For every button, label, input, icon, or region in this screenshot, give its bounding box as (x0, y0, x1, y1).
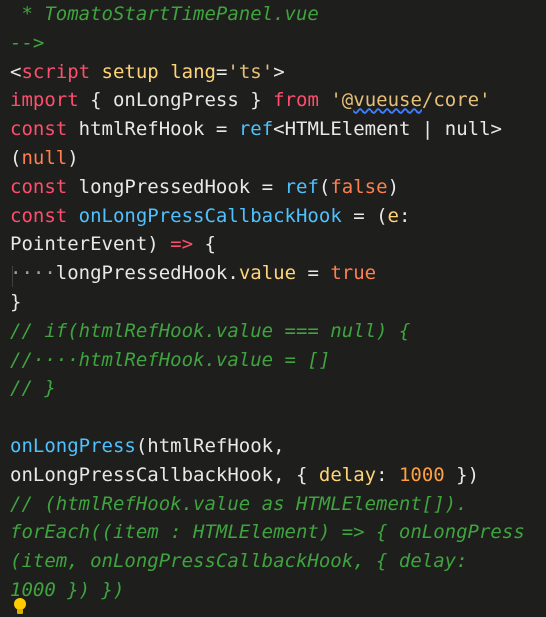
code-line[interactable]: 1000 }) }) (0, 576, 546, 605)
code-line[interactable]: import { onLongPress } from '@vueuse/cor… (0, 86, 546, 115)
code-line[interactable]: ····longPressedHook.value = true (0, 259, 546, 288)
code-token: ref (284, 175, 319, 198)
code-token: from (273, 89, 319, 112)
code-token: delay (318, 463, 377, 486)
code-token: = (261, 175, 274, 198)
code-line[interactable]: <script setup lang='ts'> (0, 58, 546, 87)
code-token: forEach((item : HTMLElement) => { onLong… (10, 521, 525, 544)
code-token: ( (135, 434, 148, 457)
code-token: //····htmlRefHook.value = [] (10, 348, 331, 371)
code-token: HTMLElement (284, 118, 411, 141)
code-token: ···· (10, 262, 56, 285)
code-token: value (238, 262, 297, 285)
code-token: . (227, 262, 239, 285)
code-token: // if(htmlRefHook.value === null) { (10, 319, 411, 342)
code-token: false (330, 175, 388, 198)
code-token: --> (10, 31, 45, 54)
code-line[interactable]: onLongPressCallbackHook, { delay: 1000 }… (0, 461, 546, 490)
code-token: onLongPressCallbackHook (78, 204, 342, 227)
code-token: script (21, 60, 91, 83)
code-token: , { (273, 463, 319, 486)
code-token: const (10, 175, 68, 198)
code-token: onLongPress (112, 89, 239, 112)
code-token: // } (10, 377, 56, 400)
code-token: (item, onLongPressCallbackHook, { delay: (10, 550, 468, 573)
lightbulb-icon[interactable] (12, 598, 28, 616)
code-token: = (296, 262, 331, 285)
code-line[interactable]: //····htmlRefHook.value = [] (0, 346, 546, 375)
code-line[interactable]: * TomatoStartTimePanel.vue (0, 0, 546, 29)
code-token: > (490, 118, 502, 141)
code-token: ( (10, 146, 22, 169)
code-token: htmlRefHook (67, 118, 216, 141)
code-token: onLongPress (10, 434, 136, 457)
code-token: ) (387, 175, 400, 198)
code-token: ( (318, 175, 331, 198)
code-token: { (193, 233, 216, 256)
code-line[interactable]: const htmlRefHook = ref<HTMLElement | nu… (0, 115, 546, 144)
code-line[interactable]: (item, onLongPressCallbackHook, { delay: (0, 547, 546, 576)
code-token: 1000 (398, 463, 445, 486)
code-line[interactable] (0, 403, 546, 432)
code-token: = (215, 60, 228, 83)
code-token: => (170, 233, 194, 256)
code-token: 'ts' (227, 60, 274, 83)
code-token: , (273, 434, 285, 457)
code-line[interactable]: (null) (0, 144, 546, 173)
code-token: } (238, 89, 274, 112)
code-token: { (78, 89, 113, 112)
code-token: lang (170, 60, 216, 83)
indent-guide (12, 266, 13, 287)
code-line[interactable]: forEach((item : HTMLElement) => { onLong… (0, 518, 546, 547)
code-token: ref (238, 118, 274, 141)
code-token: /core' (421, 89, 491, 112)
code-token: htmlRefHook (147, 434, 274, 457)
code-line[interactable]: const onLongPressCallbackHook = (e: (0, 202, 546, 231)
code-token: vueuse (353, 89, 422, 112)
code-line[interactable]: } (0, 288, 546, 317)
code-token: null (21, 146, 68, 169)
code-token: ) (67, 146, 79, 169)
code-token: * TomatoStartTimePanel.vue (10, 3, 319, 25)
code-token: '@ (330, 89, 354, 112)
code-editor[interactable]: * TomatoStartTimePanel.vue --> <script set… (0, 0, 546, 617)
code-token: = ( (341, 204, 388, 227)
code-line[interactable]: const longPressedHook = ref(false) (0, 173, 546, 202)
code-token: : (398, 204, 411, 227)
code-token: < (273, 118, 285, 141)
code-token: null (444, 118, 491, 141)
code-token: < (10, 60, 22, 83)
code-token: e (387, 204, 399, 227)
code-token: PointerEvent (10, 233, 148, 256)
code-token: }) (444, 463, 480, 486)
code-token: // (htmlRefHook.value as HTMLElement[]). (10, 492, 468, 515)
code-token: > (273, 60, 285, 83)
code-token: import (10, 89, 79, 112)
code-line[interactable]: // } (0, 374, 546, 403)
code-token: } (10, 290, 22, 313)
code-token: const (10, 118, 68, 141)
code-token: | (410, 118, 445, 141)
code-token: true (330, 262, 377, 285)
code-line[interactable]: // if(htmlRefHook.value === null) { (0, 317, 546, 346)
code-line[interactable]: --> (0, 29, 546, 58)
code-token: onLongPressCallbackHook (10, 463, 274, 486)
code-token: = (215, 118, 228, 141)
code-token: longPressedHook (67, 175, 262, 198)
code-token: : (376, 463, 399, 486)
code-token: setup (101, 60, 159, 83)
code-line[interactable]: // (htmlRefHook.value as HTMLElement[]). (0, 490, 546, 519)
code-token: longPressedHook (55, 262, 228, 285)
code-line[interactable]: PointerEvent) => { (0, 230, 546, 259)
code-line[interactable]: onLongPress(htmlRefHook, (0, 432, 546, 461)
code-token: const (10, 204, 68, 227)
code-token: ) (147, 233, 171, 256)
